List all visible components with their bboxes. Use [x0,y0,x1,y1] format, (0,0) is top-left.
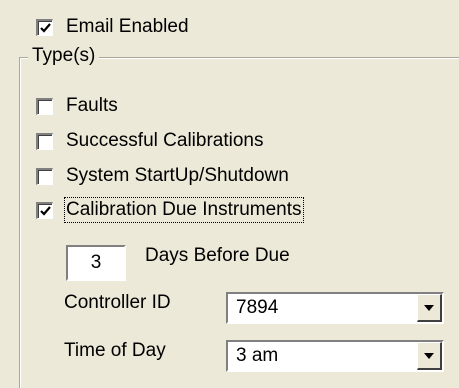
checkmark-icon [40,205,51,216]
time-of-day-value: 3 am [236,345,279,366]
time-of-day-dropdown-button[interactable] [417,342,442,370]
email-settings-panel: Email Enabled Type(s) Faults Successful … [0,0,459,388]
time-of-day-label: Time of Day [64,340,166,361]
time-of-day-select[interactable]: 3 am [226,340,444,372]
controller-id-dropdown-button[interactable] [417,294,442,322]
email-enabled-label: Email Enabled [66,16,189,37]
controller-id-label: Controller ID [64,292,171,313]
types-legend: Type(s) [28,45,100,67]
calibration-due-instruments-checkbox[interactable] [36,201,53,219]
chevron-down-icon [424,352,434,359]
controller-id-select[interactable]: 7894 [226,292,444,324]
email-enabled-checkbox[interactable] [36,18,53,36]
faults-checkbox[interactable] [36,97,53,115]
successful-calibrations-checkbox[interactable] [36,132,53,150]
faults-label: Faults [66,95,118,116]
system-startup-shutdown-checkbox[interactable] [36,167,53,185]
controller-id-value: 7894 [236,297,279,318]
type-option-system-startup-shutdown[interactable]: System StartUp/Shutdown [36,165,289,187]
type-option-successful-calibrations[interactable]: Successful Calibrations [36,130,263,152]
days-before-due-label: Days Before Due [145,245,290,266]
type-option-faults[interactable]: Faults [36,95,118,117]
calibration-due-instruments-label: Calibration Due Instruments [64,197,304,223]
type-option-calibration-due-instruments[interactable]: Calibration Due Instruments [36,197,304,223]
email-enabled-checkbox-row[interactable]: Email Enabled [36,16,189,38]
days-before-due-input[interactable]: 3 [66,245,126,281]
chevron-down-icon [424,304,434,311]
successful-calibrations-label: Successful Calibrations [66,130,264,151]
system-startup-shutdown-label: System StartUp/Shutdown [66,165,289,186]
checkmark-icon [40,22,51,33]
